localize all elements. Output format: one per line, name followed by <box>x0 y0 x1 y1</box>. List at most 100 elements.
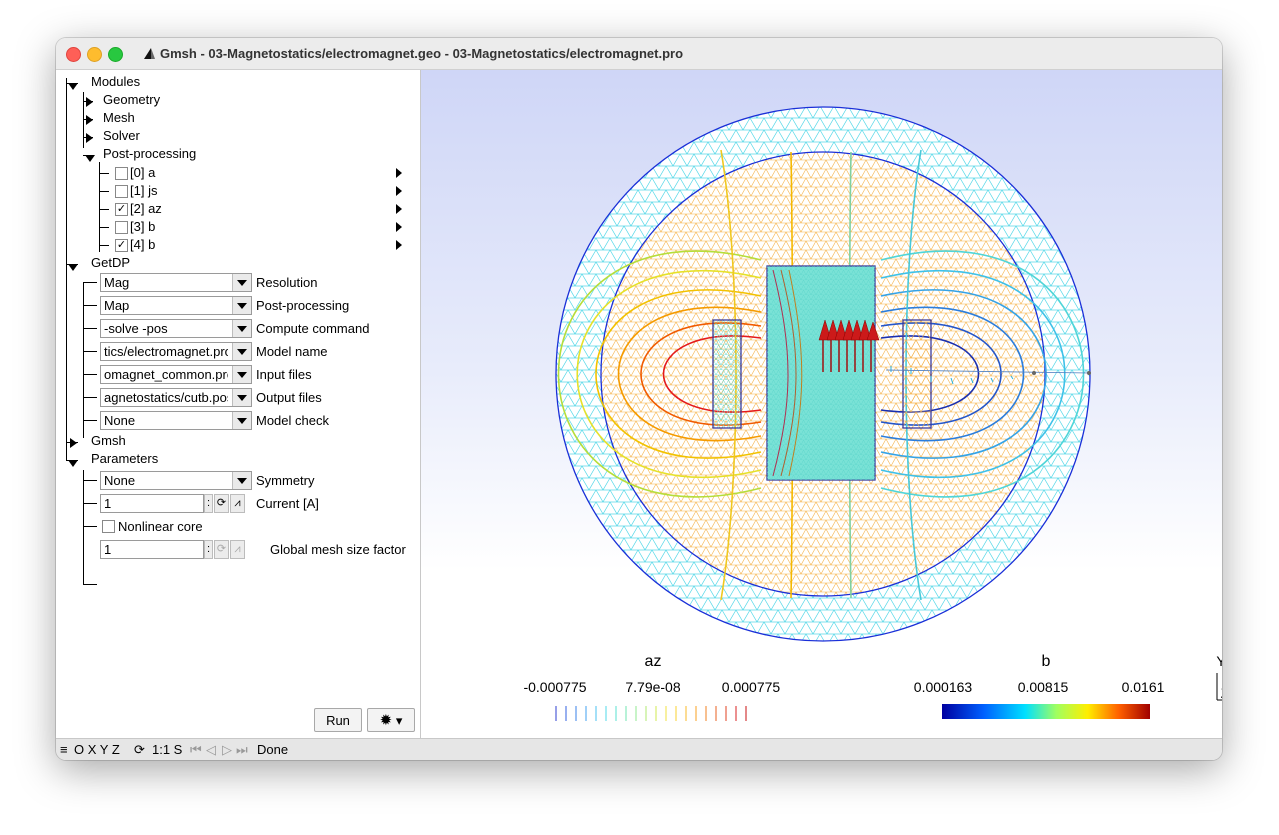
nonlinear-core-checkbox[interactable] <box>102 520 115 533</box>
left-coil <box>712 319 742 429</box>
chevron-down-icon: ▾ <box>395 713 403 728</box>
current-range-button[interactable]: : <box>204 494 213 513</box>
view-0-label[interactable]: [0] a <box>130 164 155 182</box>
input-files-select[interactable]: omagnet_common.pro <box>100 365 252 384</box>
gmsh-app-icon <box>144 48 155 59</box>
chevron-down-icon[interactable] <box>232 389 251 406</box>
tree-geometry[interactable]: Geometry <box>103 91 160 109</box>
post-processing-select[interactable]: Map <box>100 296 252 315</box>
az-color-scale <box>555 706 747 721</box>
view-4-checkbox[interactable]: ✓ <box>115 239 128 252</box>
model-check-select[interactable]: None <box>100 411 252 430</box>
title-bar: Gmsh - 03-Magnetostatics/electromagnet.g… <box>56 38 1222 70</box>
loop-icon[interactable]: ⟳ <box>214 494 229 513</box>
gear-menu-button[interactable]: ✹ ▾ <box>367 708 415 732</box>
chevron-down-icon[interactable] <box>232 366 251 383</box>
expand-geometry-icon[interactable] <box>86 97 93 107</box>
input-files-label: Input files <box>256 367 312 382</box>
tree-mesh[interactable]: Mesh <box>103 109 135 127</box>
view-4-label[interactable]: [4] b <box>130 236 155 254</box>
tree-parameters[interactable]: Parameters <box>91 450 158 468</box>
model-check-label: Model check <box>256 413 329 428</box>
view-1-label[interactable]: [1] js <box>130 182 157 200</box>
mesh-factor-input[interactable]: 1 <box>100 540 204 559</box>
tree-modules[interactable]: Modules <box>91 73 140 91</box>
symmetry-label: Symmetry <box>256 473 315 488</box>
compute-command-select[interactable]: -solve -pos <box>100 319 252 338</box>
resolution-select[interactable]: Mag <box>100 273 252 292</box>
b-color-scale <box>942 704 1150 719</box>
loop-icon[interactable]: ⟳ <box>214 540 229 559</box>
view-1-menu-arrow-icon[interactable] <box>396 186 402 196</box>
view-4-menu-arrow-icon[interactable] <box>396 240 402 250</box>
gmsh-window: Gmsh - 03-Magnetostatics/electromagnet.g… <box>56 38 1222 760</box>
graph-icon[interactable]: ⩘ <box>230 540 245 559</box>
view-2-menu-arrow-icon[interactable] <box>396 204 402 214</box>
window-title: Gmsh - 03-Magnetostatics/electromagnet.g… <box>160 46 684 61</box>
resolution-label: Resolution <box>256 275 318 290</box>
view-2-checkbox[interactable]: ✓ <box>115 203 128 216</box>
expand-gmsh-icon[interactable] <box>70 438 77 448</box>
chevron-down-icon[interactable] <box>232 274 251 291</box>
chevron-down-icon[interactable] <box>232 320 251 337</box>
view-1-checkbox[interactable] <box>115 185 128 198</box>
menu-icon[interactable]: ≡ <box>60 742 68 757</box>
b-scale-title: b <box>1042 653 1051 670</box>
first-step-icon[interactable]: ⏮ <box>190 742 202 758</box>
view-0-checkbox[interactable] <box>115 167 128 180</box>
status-bar: ≡ O X Y Z ⟳ 1:1 S ⏮ ◁ ▷ ⏭ Done <box>56 738 1222 760</box>
view-3-checkbox[interactable] <box>115 221 128 234</box>
expand-solver-icon[interactable] <box>86 133 93 143</box>
graph-icon[interactable]: ⩘ <box>230 494 245 513</box>
az-scale-max: 0.000775 <box>722 679 781 695</box>
chevron-down-icon[interactable] <box>232 472 251 489</box>
tree-post-processing[interactable]: Post-processing <box>103 145 196 163</box>
previous-step-icon[interactable]: ◁ <box>206 742 216 758</box>
output-files-label: Output files <box>256 390 322 405</box>
output-files-select[interactable]: agnetostatics/cutb.pos <box>100 388 252 407</box>
b-scale-min: 0.000163 <box>914 679 973 695</box>
last-step-icon[interactable]: ⏭ <box>236 742 248 758</box>
right-coil <box>902 319 932 429</box>
expand-mesh-icon[interactable] <box>86 115 93 125</box>
collapse-parameters-icon[interactable] <box>68 460 78 467</box>
scale-buttons[interactable]: 1:1 S <box>152 742 182 757</box>
rotate-icon[interactable]: ⟳ <box>134 742 145 758</box>
gear-icon: ✹ <box>379 712 393 729</box>
tree-solver[interactable]: Solver <box>103 127 140 145</box>
view-2-label[interactable]: [2] az <box>130 200 162 218</box>
az-scale-mid: 7.79e-08 <box>625 679 680 695</box>
collapse-modules-icon[interactable] <box>68 83 78 90</box>
run-button[interactable]: Run <box>314 708 362 732</box>
az-scale-title: az <box>645 653 662 670</box>
view-axis-buttons[interactable]: O X Y Z <box>74 742 120 757</box>
collapse-post-processing-icon[interactable] <box>85 155 95 162</box>
view-3-menu-arrow-icon[interactable] <box>396 222 402 232</box>
tree-gmsh[interactable]: Gmsh <box>91 432 126 450</box>
b-scale-max: 0.0161 <box>1122 679 1165 695</box>
mesh-plot: az -0.000775 7.79e-08 0.000775 b 0.00016… <box>523 106 1222 721</box>
chevron-down-icon[interactable] <box>232 412 251 429</box>
close-window-button[interactable] <box>66 47 81 62</box>
model-name-label: Model name <box>256 344 328 359</box>
b-scale-mid: 0.00815 <box>1018 679 1069 695</box>
collapse-getdp-icon[interactable] <box>68 264 78 271</box>
model-name-select[interactable]: tics/electromagnet.pro <box>100 342 252 361</box>
az-scale-min: -0.000775 <box>523 679 586 695</box>
chevron-down-icon[interactable] <box>232 343 251 360</box>
next-step-icon[interactable]: ▷ <box>222 742 232 758</box>
view-0-menu-arrow-icon[interactable] <box>396 168 402 178</box>
view-3-label[interactable]: [3] b <box>130 218 155 236</box>
axis-z-label: Z <box>1221 685 1222 701</box>
tree-getdp[interactable]: GetDP <box>91 254 130 272</box>
mesh-factor-label: Global mesh size factor <box>270 542 406 557</box>
maximize-window-button[interactable] <box>108 47 123 62</box>
post-processing-label: Post-processing <box>256 298 350 313</box>
chevron-down-icon[interactable] <box>232 297 251 314</box>
mesh-factor-range-button[interactable]: : <box>204 540 213 559</box>
current-input[interactable]: 1 <box>100 494 204 513</box>
symmetry-select[interactable]: None <box>100 471 252 490</box>
compute-command-label: Compute command <box>256 321 370 336</box>
minimize-window-button[interactable] <box>87 47 102 62</box>
graphics-viewer[interactable]: az -0.000775 7.79e-08 0.000775 b 0.00016… <box>421 70 1222 738</box>
